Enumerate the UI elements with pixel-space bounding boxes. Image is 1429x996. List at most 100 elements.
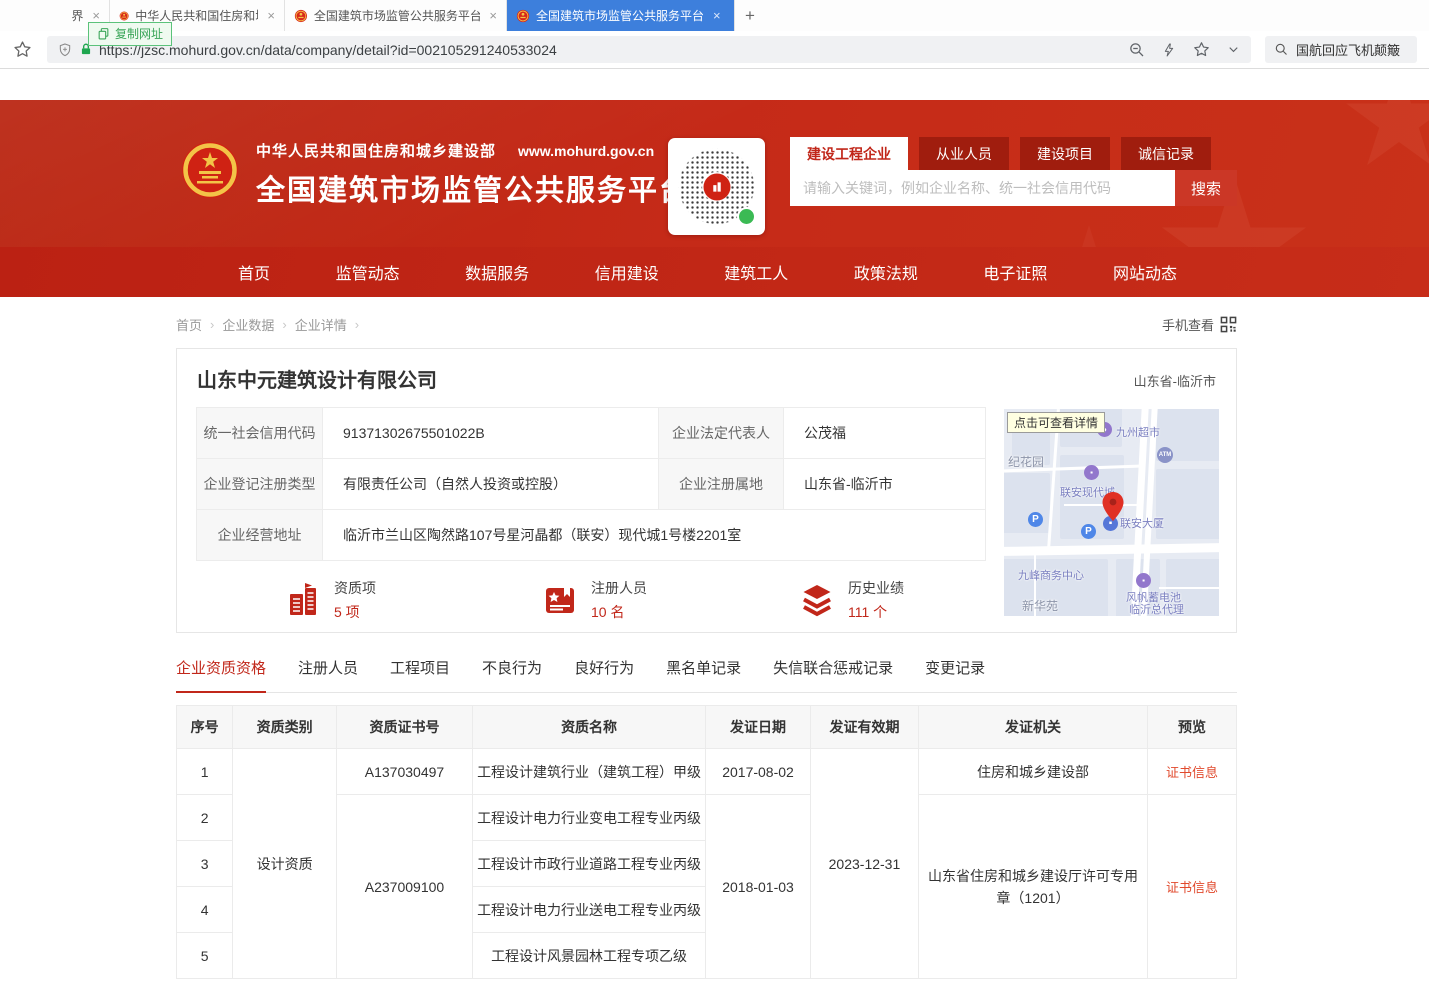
map-label-business-center: 九峰商务中心	[1018, 567, 1084, 583]
cell-validity: 2023-12-31	[811, 749, 919, 979]
cell-seq: 3	[177, 841, 233, 887]
national-emblem-icon	[180, 140, 240, 200]
nav-supervision[interactable]: 监管动态	[336, 260, 400, 284]
stat-value: 111 个	[848, 602, 904, 622]
info-label-legal-rep: 企业法定代表人	[659, 408, 784, 459]
search-tab-credit[interactable]: 诚信记录	[1121, 137, 1211, 170]
cell-category: 设计资质	[233, 749, 337, 979]
lightning-icon[interactable]	[1161, 41, 1177, 59]
info-label-address: 企业经营地址	[197, 510, 323, 561]
tab-good-behavior[interactable]: 良好行为	[574, 657, 634, 692]
keyword-search-input[interactable]	[790, 170, 1175, 206]
breadcrumb-company-detail[interactable]: 企业详情	[295, 315, 347, 334]
qr-center-logo	[703, 173, 730, 200]
header-search-module: 建设工程企业 从业人员 建设项目 诚信记录 搜索	[790, 137, 1237, 206]
col-authority: 发证机关	[918, 706, 1147, 749]
stat-label: 注册人员	[591, 578, 647, 598]
map-marker-parking-2: P	[1081, 524, 1096, 539]
browser-tab-active[interactable]: 全国建筑市场监管公共服务平台 ×	[507, 0, 735, 31]
nav-policy[interactable]: 政策法规	[854, 260, 918, 284]
favorite-star-icon[interactable]	[1192, 40, 1211, 59]
search-tab-enterprise[interactable]: 建设工程企业	[790, 137, 908, 170]
tab-dishonesty-records[interactable]: 失信联合惩戒记录	[773, 657, 893, 692]
cell-qual-name: 工程设计电力行业送电工程专业丙级	[473, 887, 706, 933]
search-tab-project[interactable]: 建设项目	[1020, 137, 1110, 170]
info-label-credit-code: 统一社会信用代码	[197, 408, 323, 459]
cell-issue-date: 2017-08-02	[706, 749, 811, 795]
breadcrumb: 首页 › 企业数据 › 企业详情 › 手机查看	[176, 315, 1237, 334]
company-summary-card: 山东中元建筑设计有限公司 山东省-临沂市 统一社会信用代码 9137130267…	[176, 348, 1237, 633]
nav-news[interactable]: 网站动态	[1113, 260, 1177, 284]
chevron-down-icon[interactable]	[1226, 42, 1241, 57]
company-name: 山东中元建筑设计有限公司	[197, 364, 437, 393]
tab-close-icon[interactable]: ×	[92, 8, 100, 23]
company-detail-tabs: 企业资质资格 注册人员 工程项目 不良行为 良好行为 黑名单记录 失信联合惩戒记…	[176, 657, 1237, 693]
tab-qualifications[interactable]: 企业资质资格	[176, 657, 266, 693]
certificate-info-link[interactable]: 证书信息	[1166, 880, 1218, 895]
search-button[interactable]: 搜索	[1175, 170, 1237, 206]
breadcrumb-separator: ›	[282, 317, 286, 332]
col-seq: 序号	[177, 706, 233, 749]
copy-url-tooltip: 复制网址	[88, 22, 172, 46]
cell-qual-name: 工程设计建筑行业（建筑工程）甲级	[473, 749, 706, 795]
nav-home[interactable]: 首页	[238, 260, 270, 284]
cell-authority: 山东省住房和城乡建设厅许可专用章（1201）	[918, 795, 1147, 979]
info-value-address: 临沂市兰山区陶然路107号星河晶都（联安）现代城1号楼2201室	[323, 510, 986, 561]
ministry-name: 中华人民共和国住房和城乡建设部	[256, 140, 496, 161]
hot-search-text[interactable]: 国航回应飞机颠簸	[1296, 40, 1400, 59]
main-navigation: 首页 监管动态 数据服务 信用建设 建筑工人 政策法规 电子证照 网站动态	[0, 247, 1429, 297]
shield-icon[interactable]	[57, 42, 73, 58]
certificate-info-link[interactable]: 证书信息	[1166, 765, 1218, 780]
stat-registered-personnel[interactable]: 注册人员 10 名	[542, 578, 799, 622]
map-marker-modern-city: ▪	[1084, 465, 1099, 480]
new-tab-button[interactable]: +	[735, 0, 765, 31]
cell-seq: 2	[177, 795, 233, 841]
stat-value: 10 名	[591, 602, 647, 622]
stat-value: 5 项	[334, 602, 376, 622]
emblem-favicon-icon	[516, 9, 530, 23]
tab-registered-personnel[interactable]: 注册人员	[298, 657, 358, 692]
map-label-tower: 联安大厦	[1120, 515, 1164, 531]
tab-bad-behavior[interactable]: 不良行为	[482, 657, 542, 692]
browser-chrome: 界 × 中华人民共和国住房和城乡建设 × 全国建筑市场监管公共服务平台 × 全国…	[0, 0, 1429, 100]
tab-close-icon[interactable]: ×	[489, 8, 497, 23]
site-brand[interactable]: 中华人民共和国住房和城乡建设部 www.mohurd.gov.cn 全国建筑市场…	[180, 140, 690, 209]
col-validity: 发证有效期	[811, 706, 919, 749]
breadcrumb-company-data[interactable]: 企业数据	[222, 315, 274, 334]
tab-close-icon[interactable]: ×	[267, 8, 275, 23]
location-map[interactable]: 点击可查看详情 ● 九州超市 ATM 纪花园 ▪ 联安现代城 ▪ 联安大厦 P …	[1004, 409, 1219, 616]
tab-change-records[interactable]: 变更记录	[925, 657, 985, 692]
tab-close-icon[interactable]: ×	[713, 8, 721, 23]
nav-license[interactable]: 电子证照	[983, 260, 1047, 284]
browser-search-box[interactable]: 国航回应飞机颠簸	[1265, 36, 1417, 63]
nav-data-service[interactable]: 数据服务	[465, 260, 529, 284]
tab-label: 界	[71, 7, 83, 24]
stat-qualifications[interactable]: 资质项 5 项	[285, 578, 542, 622]
breadcrumb-home[interactable]: 首页	[176, 315, 202, 334]
tab-blacklist[interactable]: 黑名单记录	[666, 657, 741, 692]
qr-code-icon	[1220, 316, 1237, 333]
search-category-tabs: 建设工程企业 从业人员 建设项目 诚信记录	[790, 137, 1237, 170]
cell-cert-no: A137030497	[336, 749, 472, 795]
cell-qual-name: 工程设计市政行业道路工程专业丙级	[473, 841, 706, 887]
table-row: 2 A237009100 工程设计电力行业变电工程专业丙级 2018-01-03…	[177, 795, 1237, 841]
zoom-out-icon[interactable]	[1128, 41, 1146, 59]
platform-title: 全国建筑市场监管公共服务平台	[256, 167, 690, 209]
info-value-legal-rep: 公茂福	[784, 408, 986, 459]
table-header-row: 序号 资质类别 资质证书号 资质名称 发证日期 发证有效期 发证机关 预览	[177, 706, 1237, 749]
tab-projects[interactable]: 工程项目	[390, 657, 450, 692]
browser-tab-3[interactable]: 全国建筑市场监管公共服务平台 ×	[285, 0, 507, 31]
tab-strip: 界 × 中华人民共和国住房和城乡建设 × 全国建筑市场监管公共服务平台 × 全国…	[0, 0, 1429, 31]
map-label-supermarket: 九州超市	[1116, 424, 1160, 440]
bookmark-star-icon[interactable]	[12, 39, 33, 60]
cell-issue-date: 2018-01-03	[706, 795, 811, 979]
table-row: 1 设计资质 A137030497 工程设计建筑行业（建筑工程）甲级 2017-…	[177, 749, 1237, 795]
browser-toolbar: https://jzsc.mohurd.gov.cn/data/company/…	[0, 31, 1429, 69]
info-value-reg-region: 山东省-临沂市	[784, 459, 986, 510]
building-icon	[285, 582, 321, 618]
mobile-view-button[interactable]: 手机查看	[1162, 315, 1237, 334]
address-bar[interactable]: https://jzsc.mohurd.gov.cn/data/company/…	[47, 36, 1251, 63]
nav-workers[interactable]: 建筑工人	[724, 260, 788, 284]
nav-credit[interactable]: 信用建设	[595, 260, 659, 284]
search-tab-personnel[interactable]: 从业人员	[919, 137, 1009, 170]
